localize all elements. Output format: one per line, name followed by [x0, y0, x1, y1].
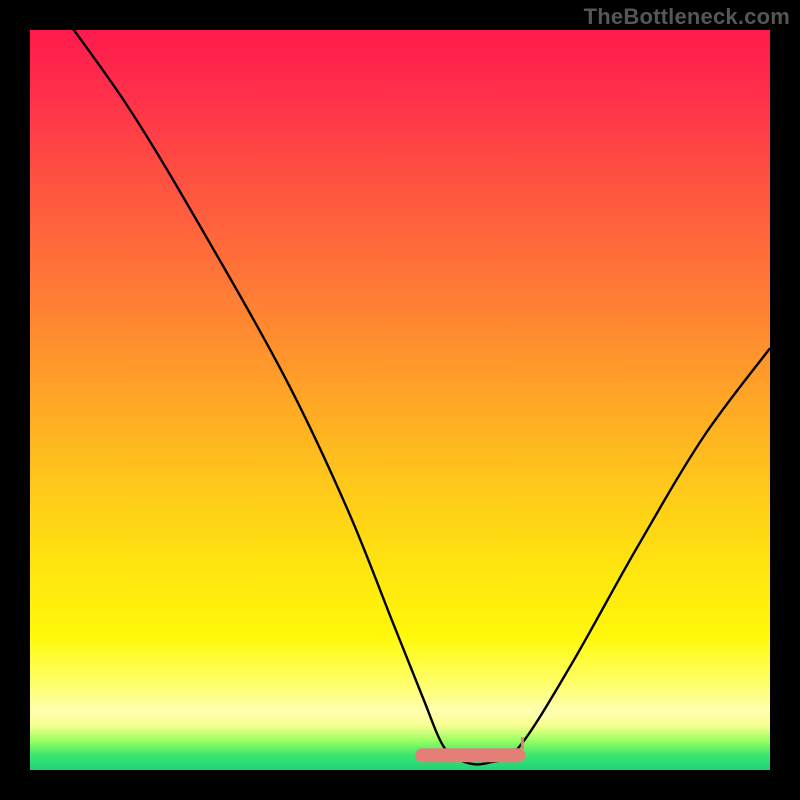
- curve-path: [30, 30, 770, 764]
- bottleneck-curve: [30, 30, 770, 770]
- watermark-text: TheBottleneck.com: [584, 4, 790, 30]
- plot-area: [30, 30, 770, 770]
- chart-frame: TheBottleneck.com: [0, 0, 800, 800]
